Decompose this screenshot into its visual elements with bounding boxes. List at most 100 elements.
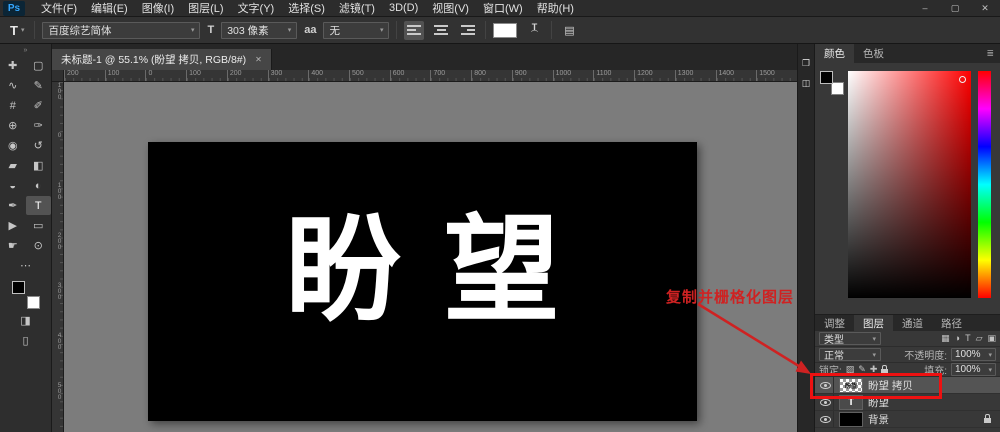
layer-name[interactable]: 背景 [868, 412, 889, 427]
tool-preset-dropdown[interactable]: T ▾ [7, 21, 27, 40]
font-size-select[interactable]: 303 像素 ▾ [221, 22, 297, 39]
menu-image[interactable]: 图像(I) [135, 0, 181, 16]
tab-swatches[interactable]: 色板 [854, 44, 893, 63]
toggle-panels-button[interactable]: ▤ [559, 21, 579, 40]
menu-edit[interactable]: 编辑(E) [84, 0, 135, 16]
layer-filter-type-select[interactable]: 类型 ▾ [819, 332, 881, 345]
pen-tool[interactable]: ✒ [0, 196, 26, 215]
tab-color[interactable]: 颜色 [815, 44, 854, 63]
chevron-down-icon: ▾ [288, 26, 292, 34]
close-tab-icon[interactable]: ✕ [255, 55, 262, 64]
align-center-button[interactable] [431, 21, 451, 40]
color-marker[interactable] [959, 76, 966, 83]
ruler-label: 100 [53, 182, 63, 232]
lasso-tool[interactable]: ∿ [0, 76, 26, 95]
menu-select[interactable]: 选择(S) [281, 0, 332, 16]
canvas-pasteboard[interactable]: 盼望 [64, 82, 797, 432]
tab-paths[interactable]: 路径 [932, 315, 971, 331]
ruler-corner[interactable] [52, 70, 64, 82]
filter-type-layers-icon[interactable]: T [965, 333, 971, 344]
brush-tool[interactable]: ✑ [26, 116, 52, 135]
document-tab-bar: 未标题-1 @ 55.1% (盼望 拷贝, RGB/8#) ✕ [52, 44, 797, 70]
background-color-swatch[interactable] [27, 296, 40, 309]
toolbar-collapse-icon[interactable]: » [0, 46, 51, 55]
path-selection-tool[interactable]: ▶ [0, 216, 26, 235]
ruler-label: 1300 [675, 70, 716, 81]
panel-menu-icon[interactable]: ≣ [980, 44, 1000, 63]
separator [551, 21, 552, 39]
text-color-swatch[interactable] [493, 23, 517, 38]
filter-pixel-layers-icon[interactable]: ▦ [941, 333, 950, 344]
zoom-tool[interactable]: ⊙ [26, 236, 52, 255]
gradient-tool[interactable]: ◧ [26, 156, 52, 175]
hue-slider[interactable] [978, 71, 991, 298]
warp-text-button[interactable]: T ⌒ [524, 21, 544, 40]
tab-layers[interactable]: 图层 [854, 315, 893, 331]
move-tool[interactable]: ✚ [0, 56, 26, 75]
horizontal-type-tool[interactable]: T [26, 196, 52, 215]
crop-tool[interactable]: # [0, 96, 26, 115]
font-family-select[interactable]: 百度综艺简体 ▾ [42, 22, 200, 39]
dodge-tool[interactable]: ◐ [26, 176, 52, 195]
close-button[interactable]: ✕ [970, 0, 1000, 16]
layer-visibility-toggle[interactable] [818, 411, 834, 427]
menu-layer[interactable]: 图层(L) [181, 0, 230, 16]
photoshop-logo: Ps [3, 1, 25, 16]
fill-select[interactable]: 100% ▾ [951, 363, 996, 376]
filter-smart-objects-icon[interactable]: ▣ [987, 333, 996, 344]
blur-tool[interactable]: ◒ [0, 176, 26, 195]
ruler-label: 500 [349, 70, 390, 81]
chevron-down-icon: ▾ [872, 335, 876, 343]
history-brush-tool[interactable]: ↺ [26, 136, 52, 155]
chevron-down-icon: ▾ [988, 366, 992, 374]
layer-filter-row: 类型 ▾ ▦ ◑ T ▱ ▣ [815, 331, 1000, 347]
saturation-brightness-field[interactable] [848, 71, 971, 298]
document-canvas[interactable]: 盼望 [148, 142, 697, 421]
ruler-label: 200 [227, 70, 268, 81]
align-right-button[interactable] [458, 21, 478, 40]
rectangular-marquee-tool[interactable]: ▢ [26, 56, 52, 75]
clone-stamp-tool[interactable]: ◉ [0, 136, 26, 155]
eyedropper-tool[interactable]: ✐ [26, 96, 52, 115]
align-left-button[interactable] [404, 21, 424, 40]
ruler-label: 100 [186, 70, 227, 81]
chevron-down-icon: ▾ [872, 351, 876, 359]
menu-3d[interactable]: 3D(D) [382, 2, 425, 14]
rectangle-tool[interactable]: ▭ [26, 216, 52, 235]
quick-selection-tool[interactable]: ✎ [26, 76, 52, 95]
foreground-color-swatch[interactable] [12, 281, 25, 294]
expand-panels-icon[interactable]: ❐ [802, 58, 810, 69]
hand-tool[interactable]: ☛ [0, 236, 26, 255]
eraser-tool[interactable]: ▰ [0, 156, 26, 175]
opacity-select[interactable]: 100% ▾ [951, 348, 996, 361]
foreground-color-swatch[interactable] [820, 71, 833, 84]
quick-mask-button[interactable]: ◨ [0, 311, 51, 330]
menu-window[interactable]: 窗口(W) [476, 0, 530, 16]
layer-row-background[interactable]: 背景 [815, 411, 1000, 428]
restore-button[interactable]: ▢ [940, 0, 970, 16]
menu-type[interactable]: 文字(Y) [231, 0, 282, 16]
ruler-label: 100 [53, 82, 63, 132]
ruler-label: 1000 [553, 70, 594, 81]
blend-mode-select[interactable]: 正常 ▾ [819, 348, 881, 361]
menu-view[interactable]: 视图(V) [425, 0, 476, 16]
anti-alias-select[interactable]: 无 ▾ [323, 22, 389, 39]
ruler-label: 600 [390, 70, 431, 81]
separator [485, 21, 486, 39]
menu-filter[interactable]: 滤镜(T) [332, 0, 382, 16]
filter-shape-layers-icon[interactable]: ▱ [976, 333, 983, 344]
minimize-button[interactable]: – [910, 0, 940, 16]
ruler-label: 1500 [756, 70, 797, 81]
screen-mode-button[interactable]: ▯ [0, 331, 51, 350]
menu-help[interactable]: 帮助(H) [530, 0, 581, 16]
document-tab[interactable]: 未标题-1 @ 55.1% (盼望 拷贝, RGB/8#) ✕ [52, 49, 272, 70]
menu-items: 文件(F) 编辑(E) 图像(I) 图层(L) 文字(Y) 选择(S) 滤镜(T… [34, 0, 581, 16]
filter-adjustment-layers-icon[interactable]: ◑ [955, 333, 960, 344]
layer-thumbnail[interactable] [839, 412, 863, 427]
tab-channels[interactable]: 通道 [893, 315, 932, 331]
spot-healing-brush-tool[interactable]: ⊕ [0, 116, 26, 135]
ruler-row: 200 100 0 100 200 300 400 500 600 700 80… [52, 70, 797, 82]
collapsed-panel-icon[interactable]: ◫ [802, 78, 811, 89]
menu-file[interactable]: 文件(F) [34, 0, 84, 16]
edit-toolbar-button[interactable]: ⋯ [0, 256, 51, 275]
